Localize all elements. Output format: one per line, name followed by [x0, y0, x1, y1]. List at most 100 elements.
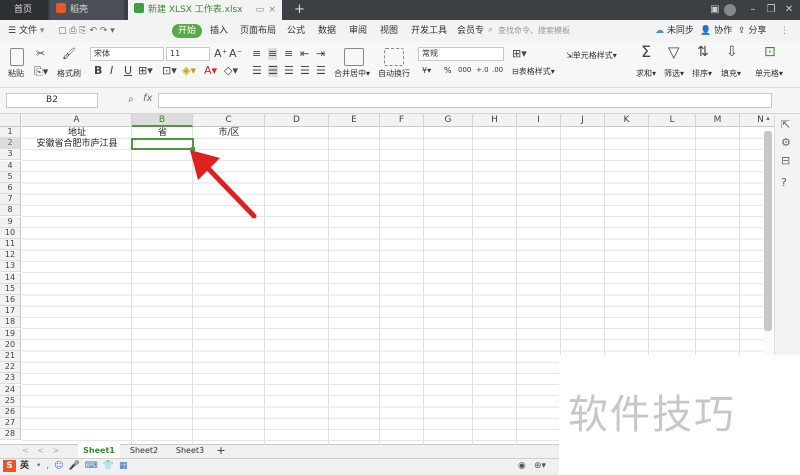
row-header-8[interactable]: 8	[0, 205, 21, 217]
row-header-12[interactable]: 12	[0, 250, 21, 262]
underline-icon[interactable]: U	[124, 65, 132, 77]
vertical-scrollbar[interactable]	[763, 127, 773, 355]
menu-file[interactable]: ☰ 文件 ▾	[8, 24, 44, 38]
number-format-select[interactable]: 常规	[418, 47, 504, 61]
settings-icon[interactable]: ⚙	[781, 136, 791, 149]
column-header-L[interactable]: L	[649, 114, 696, 127]
paste-button[interactable]: 粘贴	[8, 68, 24, 79]
row-header-10[interactable]: 10	[0, 227, 21, 239]
merge-center-button[interactable]: 合并居中▾	[334, 68, 370, 79]
minimize-icon[interactable]: –	[744, 0, 762, 20]
filter-icon[interactable]: ▽	[668, 45, 680, 60]
close-tab-icon[interactable]: ×	[268, 0, 276, 20]
fill-icon[interactable]: ⇩	[726, 45, 738, 59]
paste-icon[interactable]	[10, 48, 24, 66]
formula-input[interactable]	[158, 93, 772, 108]
distribute-icon[interactable]: ☰	[316, 65, 326, 77]
row-header-28[interactable]: 28	[0, 429, 21, 441]
fill-button[interactable]: 填充▾	[721, 68, 741, 79]
tab-home[interactable]: 首页	[0, 0, 48, 20]
font-name-select[interactable]: 宋体	[90, 47, 164, 61]
row-header-13[interactable]: 13	[0, 261, 21, 273]
select-all-corner[interactable]	[0, 114, 21, 127]
font-shrink-icon[interactable]: A⁻	[229, 48, 242, 60]
row-header-17[interactable]: 17	[0, 306, 21, 318]
row-header-3[interactable]: 3	[0, 149, 21, 161]
menu-data[interactable]: 数据	[318, 24, 336, 38]
row-header-24[interactable]: 24	[0, 384, 21, 396]
row-header-21[interactable]: 21	[0, 351, 21, 362]
new-tab-button[interactable]: +	[288, 0, 305, 20]
row-header-19[interactable]: 19	[0, 328, 21, 340]
cell-style-button[interactable]: ⇲单元格样式▾	[566, 50, 617, 61]
align-right-icon[interactable]: ☰	[284, 65, 294, 77]
row-header-20[interactable]: 20	[0, 339, 21, 351]
sheet-tab-2[interactable]: Sheet2	[124, 444, 164, 458]
indent-left-icon[interactable]: ⇤	[300, 48, 309, 60]
row-header-23[interactable]: 23	[0, 373, 21, 385]
align-left-icon[interactable]: ☰	[252, 65, 262, 77]
cell-C1[interactable]: 市/区	[193, 128, 265, 139]
justify-icon[interactable]: ☰	[300, 65, 310, 77]
merge-center-icon[interactable]	[344, 48, 364, 66]
column-header-B[interactable]: B	[132, 114, 193, 127]
column-header-G[interactable]: G	[424, 114, 473, 127]
tab-docer[interactable]: 稻壳	[50, 0, 124, 20]
pin-icon[interactable]: ▭	[255, 0, 264, 20]
row-header-27[interactable]: 27	[0, 418, 21, 430]
command-search-input[interactable]: 查找命令、搜索模板	[484, 23, 612, 38]
column-header-K[interactable]: K	[605, 114, 649, 127]
thousands-button[interactable]: 000	[458, 66, 471, 74]
row-header-6[interactable]: 6	[0, 183, 21, 194]
sum-icon[interactable]: Σ	[641, 44, 651, 60]
row-header-22[interactable]: 22	[0, 362, 21, 374]
more-icon[interactable]: ⋮	[780, 24, 789, 38]
column-header-H[interactable]: H	[473, 114, 517, 127]
clear-format-icon[interactable]: ◇▾	[224, 65, 238, 77]
align-center-icon[interactable]: ☰	[268, 65, 278, 77]
zoom-icon[interactable]: ⌕	[128, 94, 134, 105]
row-header-11[interactable]: 11	[0, 239, 21, 250]
currency-button[interactable]: ¥▾	[422, 66, 431, 75]
row-header-25[interactable]: 25	[0, 395, 21, 407]
increase-decimal-button[interactable]: +.0	[476, 66, 489, 74]
highlight-icon[interactable]: ◈▾	[182, 65, 196, 77]
sheet-nav-arrows[interactable]: < < > >	[22, 444, 76, 468]
scrollbar-thumb[interactable]	[764, 131, 772, 331]
column-header-E[interactable]: E	[329, 114, 380, 127]
font-color-icon[interactable]: A▾	[204, 65, 217, 77]
select-icon[interactable]: ⇱	[781, 118, 790, 131]
row-header-18[interactable]: 18	[0, 317, 21, 329]
ime-toolbar-icons[interactable]: •,☺🎤⌨👕▦	[36, 460, 132, 472]
close-window-icon[interactable]: ✕	[780, 0, 798, 20]
border-icon[interactable]: ⊞▾	[138, 65, 153, 77]
sync-status[interactable]: ☁ 未同步	[655, 24, 694, 38]
menu-page-layout[interactable]: 页面布局	[240, 24, 276, 38]
font-size-select[interactable]: 11	[166, 47, 210, 61]
sort-icon[interactable]: ⇅	[697, 45, 709, 59]
bold-icon[interactable]: B	[94, 65, 102, 77]
column-header-D[interactable]: D	[265, 114, 329, 127]
conditional-format-icon[interactable]: ⊞▾	[512, 48, 527, 60]
column-header-C[interactable]: C	[193, 114, 265, 127]
menu-review[interactable]: 审阅	[349, 24, 367, 38]
sheet-tab-1[interactable]: Sheet1	[78, 444, 120, 458]
sort-button[interactable]: 排序▾	[692, 68, 712, 79]
row-header-14[interactable]: 14	[0, 272, 21, 284]
fill-color-icon[interactable]: ⊡▾	[162, 65, 177, 77]
view-mode-icon[interactable]: ⊕▾	[534, 460, 546, 472]
wrap-text-icon[interactable]	[384, 48, 404, 66]
scroll-up-icon[interactable]: ▴	[763, 114, 773, 127]
name-box[interactable]: B2	[6, 93, 98, 108]
sheet-tab-3[interactable]: Sheet3	[170, 444, 210, 458]
row-header-15[interactable]: 15	[0, 283, 21, 295]
column-header-M[interactable]: M	[696, 114, 740, 127]
column-header-F[interactable]: F	[380, 114, 424, 127]
align-top-icon[interactable]: ≡	[252, 48, 261, 60]
column-header-J[interactable]: J	[561, 114, 605, 127]
align-bottom-icon[interactable]: ≡	[284, 48, 293, 60]
avatar[interactable]	[724, 4, 736, 16]
menu-insert[interactable]: 插入	[210, 24, 228, 38]
menu-view[interactable]: 视图	[380, 24, 398, 38]
collab-button[interactable]: 👤 协作	[700, 24, 732, 38]
